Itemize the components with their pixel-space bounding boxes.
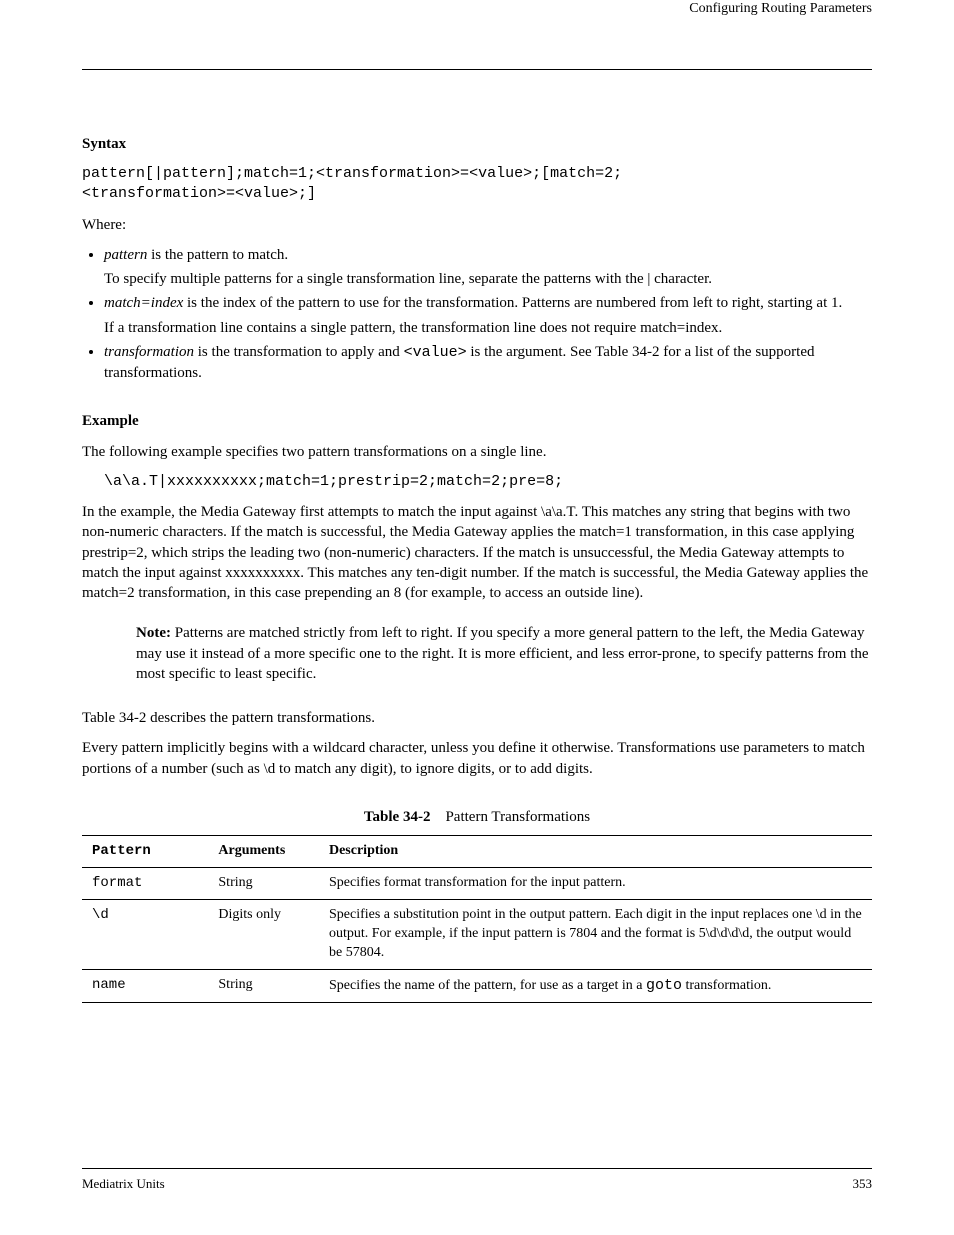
bullet-1: pattern is the pattern to match. To spec… [104,245,872,290]
table-row: name String Specifies the name of the pa… [82,969,872,1002]
after-section-para: Table 34-2 describes the pattern transfo… [82,708,872,728]
where-label: Where: [82,215,872,235]
section-title-syntax: Syntax [82,134,872,154]
th-args: Arguments [208,836,319,868]
bullet-3-code: transformation [104,344,194,360]
bullet-2: match=index is the index of the pattern … [104,293,872,338]
page-footer: Mediatrix Units 353 [82,1168,872,1193]
cell-arg-0: String [208,868,319,900]
example-explain: In the example, the Media Gateway first … [82,502,872,603]
cell-pat-0: format [82,868,208,900]
bullet-3-mid: is the transformation to apply and [194,344,404,360]
wildcard-para: Every pattern implicitly begins with a w… [82,738,872,779]
cell-arg-2: String [208,969,319,1002]
footer-left: Mediatrix Units [82,1175,165,1193]
table-row: format String Specifies format transform… [82,868,872,900]
th-pattern: Pattern [82,836,208,868]
table-caption-label: Table 34-2 [364,809,431,825]
bullet-2-text: is the index of the pattern to use for t… [183,295,842,311]
example-heading: Example [82,411,872,431]
cell-pat-2: name [82,969,208,1002]
cell-desc-1: Specifies a substitution point in the ou… [319,899,872,969]
note-label: Note: [136,625,175,641]
cell-pat-1: \d [82,899,208,969]
bullet-1-sub: To specify multiple patterns for a singl… [104,269,872,289]
cell-desc-0: Specifies format transformation for the … [319,868,872,900]
bullet-2-code: match=index [104,295,183,311]
bullet-3-val: <value> [404,344,467,361]
header-right: Configuring Routing Parameters [82,0,872,25]
note-block: Note: Patterns are matched strictly from… [136,623,872,684]
bullet-2-sub: If a transformation line contains a sing… [104,318,872,338]
note-text: Patterns are matched strictly from left … [136,625,869,682]
bullet-1-text: is the pattern to match. [147,247,288,263]
example-intro: The following example specifies two patt… [82,442,872,462]
table-caption: Table 34-2 Pattern Transformations [82,807,872,827]
bullet-3: transformation is the transformation to … [104,342,872,384]
table-caption-text: Pattern Transformations [445,809,590,825]
th-desc: Description [319,836,872,868]
example-code: \a\a.T|xxxxxxxxxx;match=1;prestrip=2;mat… [104,472,872,492]
cell-desc-2: Specifies the name of the pattern, for u… [319,969,872,1002]
bullet-1-code: pattern [104,247,147,263]
where-list: pattern is the pattern to match. To spec… [104,245,872,384]
transformations-table: Pattern Arguments Description format Str… [82,835,872,1003]
table-row: \d Digits only Specifies a substitution … [82,899,872,969]
syntax-code: pattern[|pattern];match=1;<transformatio… [82,164,872,205]
cell-arg-1: Digits only [208,899,319,969]
header-rule [82,69,872,70]
footer-right: 353 [853,1175,873,1193]
